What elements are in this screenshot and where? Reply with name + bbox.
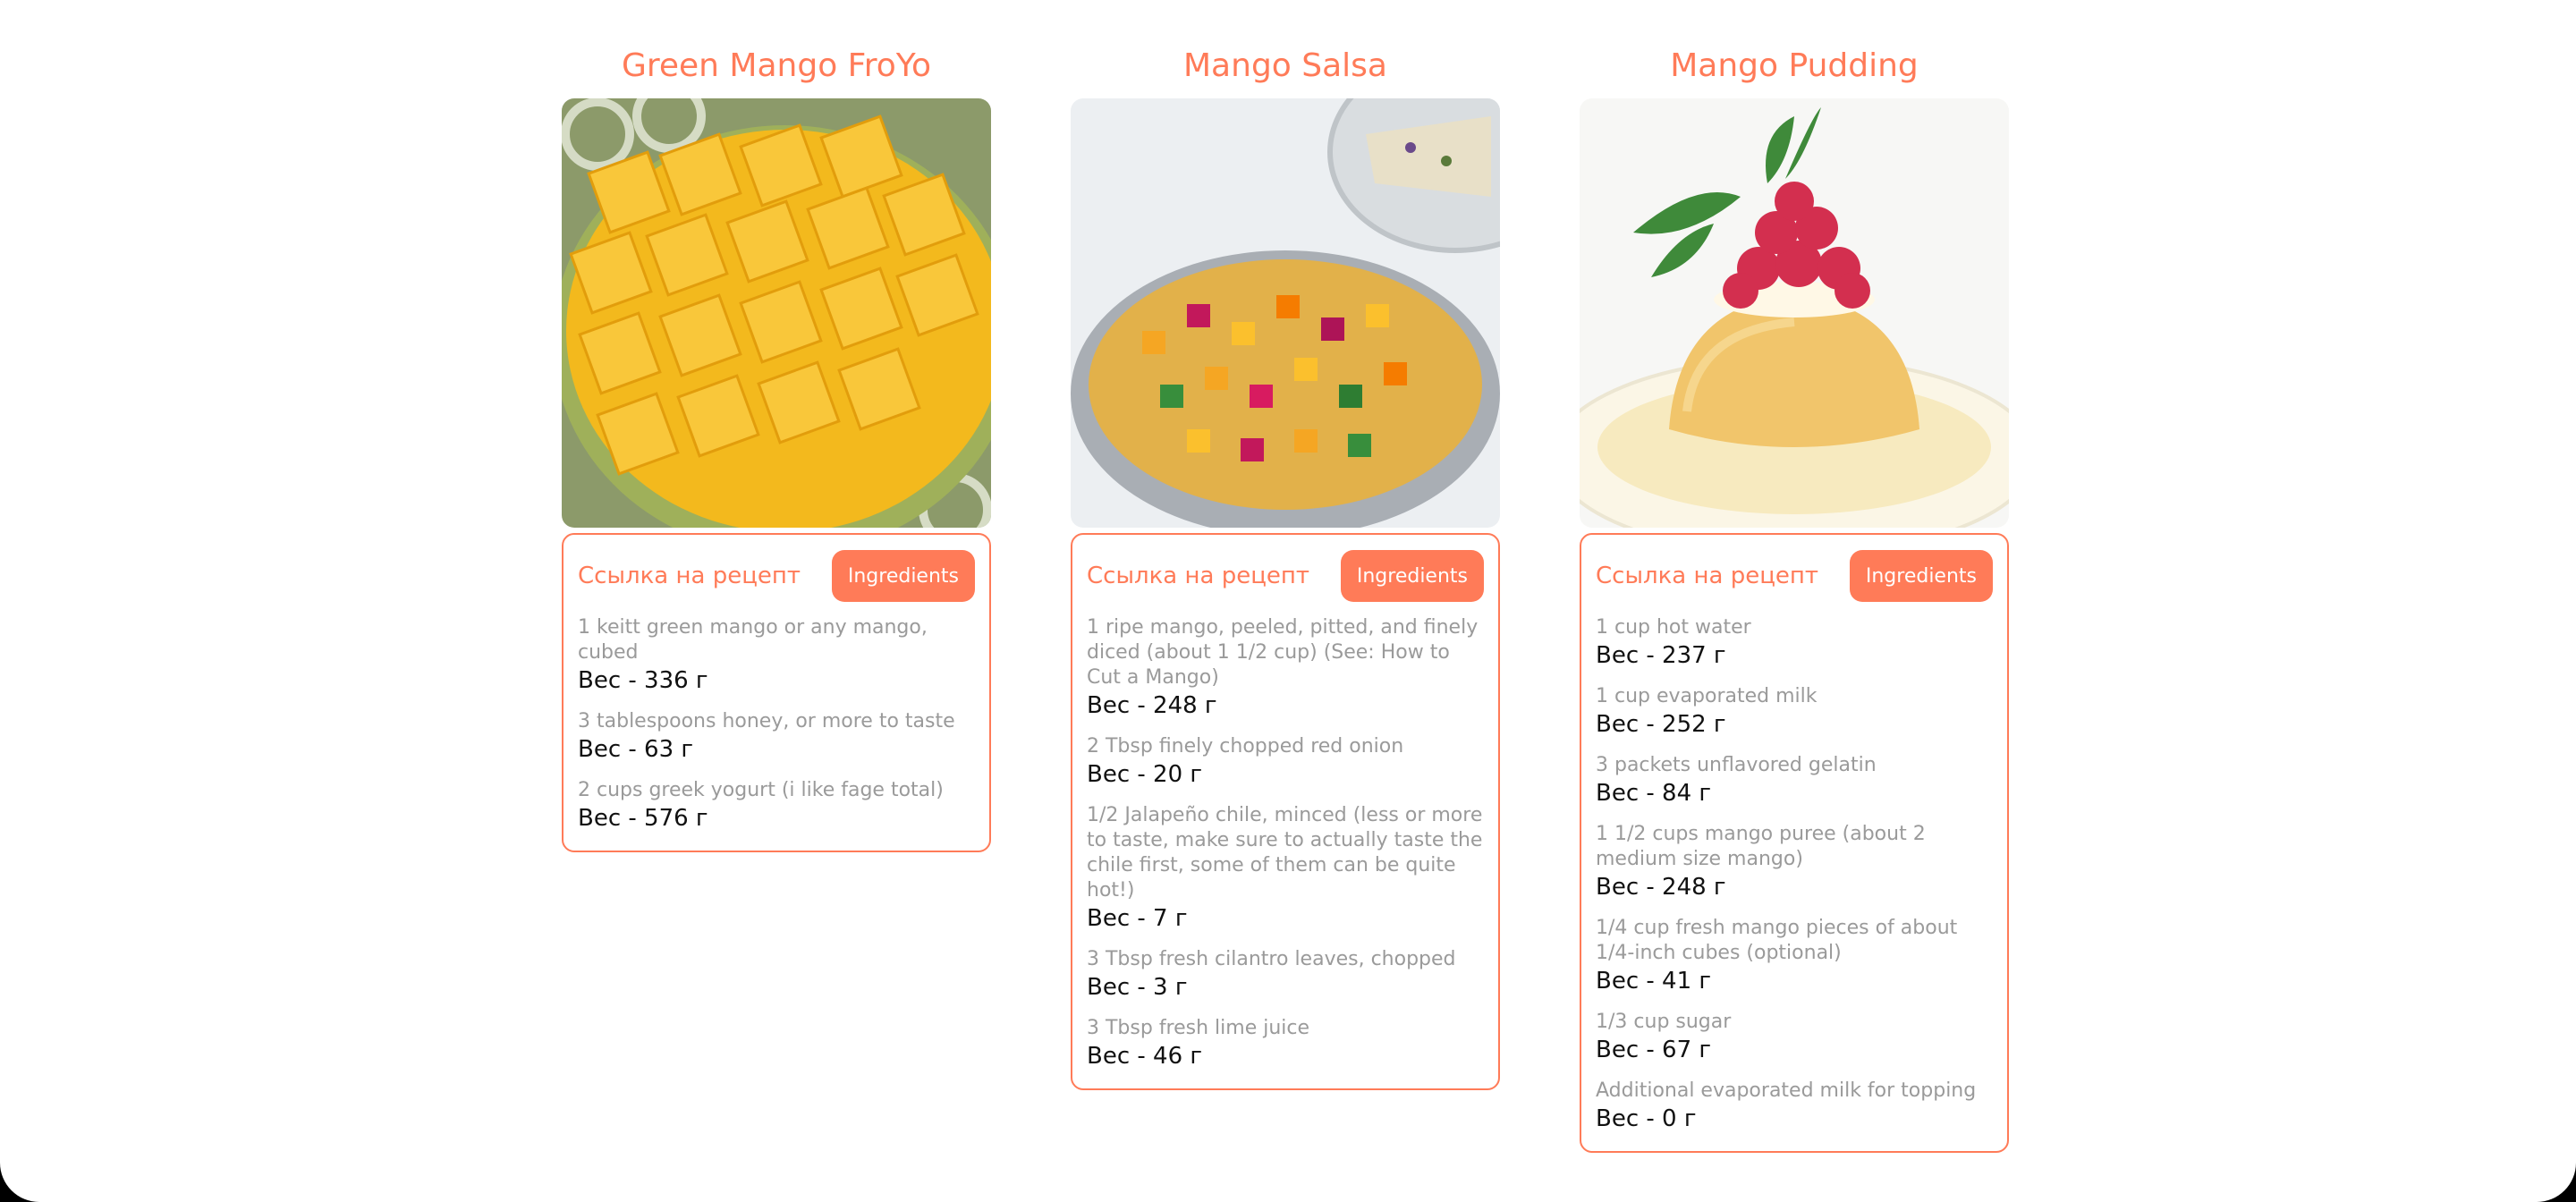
recipe-link[interactable]: Ссылка на рецепт [578,563,801,589]
ingredient-item: 1/3 cup sugar Вес - 67 г [1596,1010,1993,1064]
ingredient-weight: Вес - 3 г [1087,974,1188,1001]
ingredient-name: 1 keitt green mango or any mango, cubed [578,616,928,664]
ingredient-weight: Вес - 252 г [1596,711,1726,738]
ingredient-weight: Вес - 336 г [578,667,708,694]
ingredients-card: Ссылка на рецепт Ingredients 1 cup hot w… [1580,533,2009,1153]
page: Green Mango FroYo Ссылка на рецепт Ingre… [0,0,2576,1202]
ingredient-item: 1 ripe mango, peeled, pitted, and finely… [1087,615,1484,720]
recipe-photo [1071,98,1500,528]
recipe-card-pudding: Mango Pudding Ссылка на рецепт Ingredien… [1580,39,2009,1153]
recipe-title: Green Mango FroYo [621,47,932,84]
ingredient-weight: Вес - 46 г [1087,1043,1203,1070]
ingredient-name: 3 Tbsp fresh cilantro leaves, chopped [1087,948,1456,970]
ingredient-name: 1/3 cup sugar [1596,1011,1732,1033]
recipe-photo [1580,98,2009,528]
ingredient-name: 3 Tbsp fresh lime juice [1087,1017,1310,1039]
ingredient-weight: Вес - 248 г [1087,692,1217,719]
ingredient-weight: Вес - 84 г [1596,780,1712,807]
ingredient-name: 1 ripe mango, peeled, pitted, and finely… [1087,616,1479,689]
ingredients-card: Ссылка на рецепт Ingredients 1 ripe mang… [1071,533,1500,1090]
ingredient-name: 3 tablespoons honey, or more to taste [578,710,955,732]
ingredient-weight: Вес - 237 г [1596,642,1726,669]
ingredient-item: 1/4 cup fresh mango pieces of about 1/4-… [1596,916,1993,995]
recipe-grid: Green Mango FroYo Ссылка на рецепт Ingre… [562,39,2009,1153]
recipe-title: Mango Salsa [1183,47,1387,84]
recipe-card-froyo: Green Mango FroYo Ссылка на рецепт Ingre… [562,39,991,852]
ingredient-weight: Вес - 248 г [1596,874,1726,901]
ingredient-item: 3 tablespoons honey, or more to taste Ве… [578,709,975,764]
ingredient-item: 3 packets unflavored gelatin Вес - 84 г [1596,753,1993,808]
ingredient-name: 1 cup hot water [1596,616,1751,639]
card-header: Ссылка на рецепт Ingredients [1087,549,1484,603]
ingredient-name: 2 cups greek yogurt (i like fage total) [578,779,944,801]
ingredients-button[interactable]: Ingredients [831,550,975,602]
ingredient-weight: Вес - 20 г [1087,761,1203,788]
ingredient-item: 2 cups greek yogurt (i like fage total) … [578,778,975,833]
ingredient-item: 1 cup hot water Вес - 237 г [1596,615,1993,670]
ingredient-weight: Вес - 67 г [1596,1037,1712,1063]
ingredient-name: 1 1/2 cups mango puree (about 2 medium s… [1596,823,1926,870]
ingredient-name: 2 Tbsp finely chopped red onion [1087,735,1404,758]
ingredient-weight: Вес - 41 г [1596,968,1712,995]
ingredient-item: Additional evaporated milk for topping В… [1596,1079,1993,1133]
recipe-photo [562,98,991,528]
ingredients-card: Ссылка на рецепт Ingredients 1 keitt gre… [562,533,991,852]
recipe-link[interactable]: Ссылка на рецепт [1087,563,1309,589]
ingredient-item: 1 1/2 cups mango puree (about 2 medium s… [1596,822,1993,902]
recipe-card-salsa: Mango Salsa Ссылка на рецепт Ingredients… [1071,39,1500,1090]
ingredients-button[interactable]: Ingredients [1849,550,1993,602]
ingredient-name: 1/4 cup fresh mango pieces of about 1/4-… [1596,917,1958,964]
card-header: Ссылка на рецепт Ingredients [578,549,975,603]
ingredient-item: 1 keitt green mango or any mango, cubed … [578,615,975,695]
recipe-title: Mango Pudding [1670,47,1919,84]
ingredient-item: 1 cup evaporated milk Вес - 252 г [1596,684,1993,739]
ingredient-weight: Вес - 7 г [1087,905,1188,932]
ingredient-name: 1/2 Jalapeño chile, minced (less or more… [1087,804,1483,902]
ingredient-item: 1/2 Jalapeño chile, minced (less or more… [1087,803,1484,933]
ingredients-button[interactable]: Ingredients [1340,550,1484,602]
ingredient-name: 1 cup evaporated milk [1596,685,1818,707]
ingredient-name: Additional evaporated milk for topping [1596,1079,1977,1102]
ingredient-weight: Вес - 576 г [578,805,708,832]
ingredient-name: 3 packets unflavored gelatin [1596,754,1877,776]
ingredient-item: 2 Tbsp finely chopped red onion Вес - 20… [1087,734,1484,789]
card-header: Ссылка на рецепт Ingredients [1596,549,1993,603]
ingredient-item: 3 Tbsp fresh lime juice Вес - 46 г [1087,1016,1484,1071]
ingredient-item: 3 Tbsp fresh cilantro leaves, chopped Ве… [1087,947,1484,1002]
ingredient-weight: Вес - 63 г [578,736,694,763]
ingredient-weight: Вес - 0 г [1596,1105,1697,1132]
recipe-link[interactable]: Ссылка на рецепт [1596,563,1818,589]
